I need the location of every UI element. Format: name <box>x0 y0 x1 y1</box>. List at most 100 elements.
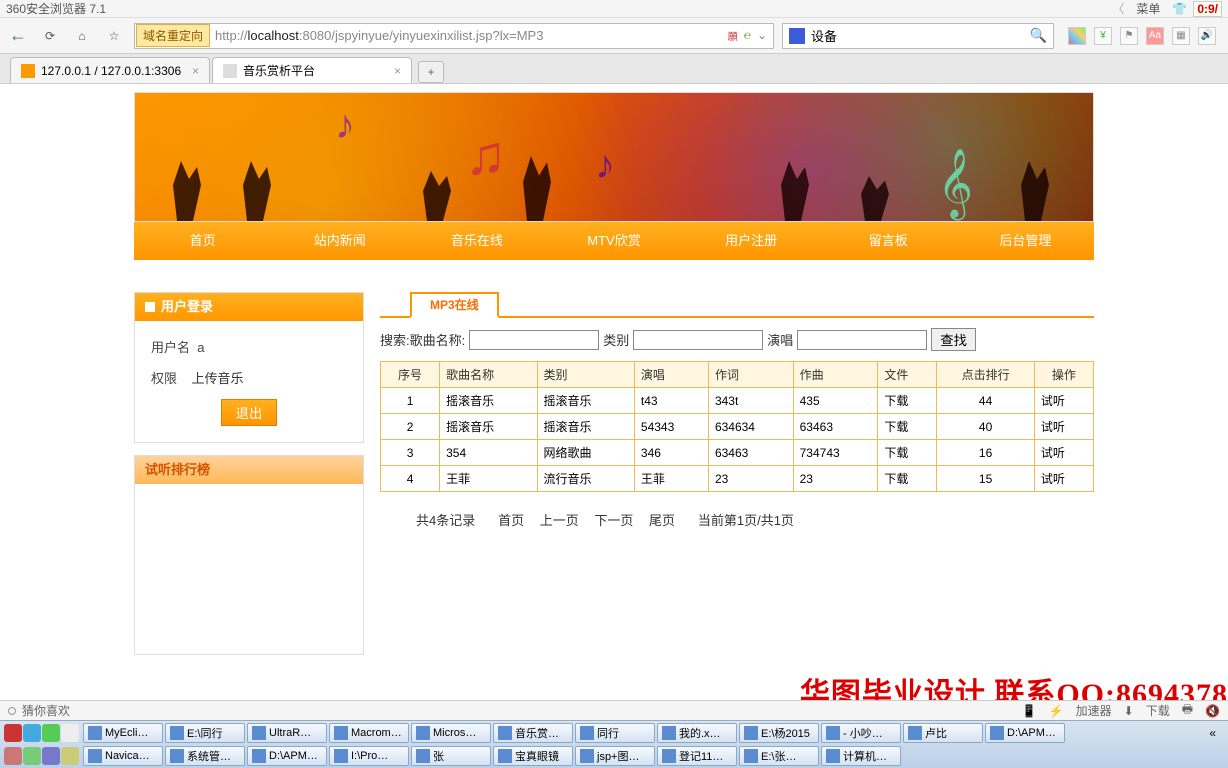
nav-音乐在线[interactable]: 音乐在线 <box>408 222 545 260</box>
menu-button[interactable]: 菜单 <box>1130 0 1166 17</box>
taskbar-item[interactable]: jsp+图… <box>575 746 655 766</box>
download-link[interactable]: 下载 <box>878 466 937 492</box>
app-icon <box>334 726 348 740</box>
filter-row: 搜索:歌曲名称: 类别 演唱 查找 <box>380 328 1094 351</box>
listen-link[interactable]: 试听 <box>1034 466 1093 492</box>
taskbar-item[interactable]: MyEcli… <box>83 723 163 743</box>
taskbar-item[interactable]: 卢比 <box>903 723 983 743</box>
table-cell: 63463 <box>708 440 793 466</box>
taskbar-item[interactable]: - 小吵… <box>821 723 901 743</box>
ext-shield-icon[interactable]: ¥ <box>1094 27 1112 45</box>
logout-button[interactable]: 退出 <box>221 399 278 426</box>
listen-link[interactable]: 试听 <box>1034 414 1093 440</box>
nav-留言板[interactable]: 留言板 <box>820 222 957 260</box>
pager-prev[interactable]: 上一页 <box>540 513 579 528</box>
taskbar-item[interactable]: Navica… <box>83 746 163 766</box>
taskbar-item[interactable]: 计算机… <box>821 746 901 766</box>
pager-first[interactable]: 首页 <box>498 513 524 528</box>
table-cell: 王菲 <box>634 466 708 492</box>
leaf-icon[interactable]: ℮ <box>744 28 751 43</box>
nav-用户注册[interactable]: 用户注册 <box>683 222 820 260</box>
app-icon <box>334 749 348 763</box>
taskbar-item[interactable]: 同行 <box>575 723 655 743</box>
taskbar-item[interactable]: I:\Pro… <box>329 746 409 766</box>
quick-icon[interactable] <box>4 747 22 765</box>
pager-last[interactable]: 尾页 <box>649 513 675 528</box>
quick-360-icon[interactable] <box>42 724 60 742</box>
taskbar-item[interactable]: 登记11… <box>657 746 737 766</box>
taskbar-item[interactable]: D:\APM… <box>985 723 1065 743</box>
tray-expand-icon[interactable]: « <box>1209 726 1216 740</box>
nav-后台管理[interactable]: 后台管理 <box>957 222 1094 260</box>
taskbar-item[interactable]: 音乐赏… <box>493 723 573 743</box>
table-header: 文件 <box>878 362 937 388</box>
ext-speaker-icon[interactable]: 🔊 <box>1198 27 1216 45</box>
song-name-input[interactable] <box>469 330 599 350</box>
download-link[interactable]: 下载 <box>878 414 937 440</box>
quick-icon[interactable] <box>42 747 60 765</box>
app-icon <box>580 749 594 763</box>
nav-站内新闻[interactable]: 站内新闻 <box>271 222 408 260</box>
quick-qq-icon[interactable] <box>61 724 79 742</box>
table-cell: 15 <box>937 466 1034 492</box>
phone-icon[interactable]: 📱 <box>1022 704 1037 718</box>
download-icon[interactable]: ⬇ <box>1124 704 1134 718</box>
ext-apps-icon[interactable] <box>1068 27 1086 45</box>
content-tab-mp3[interactable]: MP3在线 <box>410 292 499 318</box>
quick-icon[interactable] <box>61 747 79 765</box>
download-link[interactable]: 下载 <box>878 388 937 414</box>
new-tab-button[interactable]: + <box>418 61 444 83</box>
quick-icon[interactable] <box>23 747 41 765</box>
pager-next[interactable]: 下一页 <box>594 513 633 528</box>
star-button[interactable]: ☆ <box>102 24 126 48</box>
reload-button[interactable]: ⟳ <box>38 24 62 48</box>
taskbar-item[interactable]: 系统管… <box>165 746 245 766</box>
listen-link[interactable]: 试听 <box>1034 388 1093 414</box>
listen-link[interactable]: 试听 <box>1034 440 1093 466</box>
bolt-icon[interactable]: ⚡ <box>1049 704 1064 718</box>
upload-music-link[interactable]: 上传音乐 <box>191 371 243 386</box>
ext-flag-icon[interactable]: ⚑ <box>1120 27 1138 45</box>
taskbar-item[interactable]: E:\同行 <box>165 723 245 743</box>
mute-icon[interactable]: 🔇 <box>1205 704 1220 718</box>
table-cell: t43 <box>634 388 708 414</box>
quick-ie-icon[interactable] <box>23 724 41 742</box>
taskbar-item[interactable]: Micros… <box>411 723 491 743</box>
singer-input[interactable] <box>797 330 927 350</box>
taskbar-item[interactable]: E:\杨2015 <box>739 723 819 743</box>
taskbar-item[interactable]: Macrom… <box>329 723 409 743</box>
category-input[interactable] <box>633 330 763 350</box>
table-cell: 63463 <box>793 414 878 440</box>
home-button[interactable]: ⌂ <box>70 24 94 48</box>
nav-MTV欣赏[interactable]: MTV欣赏 <box>545 222 682 260</box>
browser-search-input[interactable] <box>811 28 1030 43</box>
close-icon[interactable]: × <box>192 64 199 78</box>
ext-box-icon[interactable]: ▦ <box>1172 27 1190 45</box>
tab-phpmyadmin[interactable]: 127.0.0.1 / 127.0.0.1:3306 × <box>10 57 210 83</box>
taskbar-item[interactable]: E:\张… <box>739 746 819 766</box>
table-row: 1摇滚音乐摇滚音乐t43343t435下载44试听 <box>381 388 1094 414</box>
coat-icon[interactable]: 👕 <box>1172 2 1187 16</box>
nav-首页[interactable]: 首页 <box>134 222 271 260</box>
search-button[interactable]: 查找 <box>931 328 976 351</box>
taskbar-item[interactable]: 宝真眼镜 <box>493 746 573 766</box>
browser-title: 360安全浏览器 7.1 <box>6 0 1112 17</box>
taskbar-item[interactable]: UltraR… <box>247 723 327 743</box>
badge-icon[interactable]: 願 <box>728 28 738 43</box>
taskbar-item[interactable]: D:\APM… <box>247 746 327 766</box>
ext-aa-icon[interactable]: Aa <box>1146 27 1164 45</box>
quick-opera-icon[interactable] <box>4 724 22 742</box>
taskbar-item[interactable]: 张 <box>411 746 491 766</box>
close-icon[interactable]: × <box>394 64 401 78</box>
dropdown-icon[interactable]: ⌄ <box>757 28 767 43</box>
address-bar[interactable]: 域名重定向 http://localhost:8080/jspyinyue/yi… <box>134 23 774 49</box>
search-box[interactable]: 🔍 <box>782 23 1054 49</box>
download-link[interactable]: 下载 <box>878 440 937 466</box>
back-button[interactable]: ← <box>6 24 30 48</box>
table-cell: 摇滚音乐 <box>537 414 634 440</box>
taskbar-item[interactable]: 我的.x… <box>657 723 737 743</box>
search-icon[interactable]: 🔍 <box>1030 27 1047 44</box>
print-icon[interactable]: 🖶 <box>1182 700 1193 721</box>
status-dot-icon <box>8 707 16 715</box>
tab-music[interactable]: 音乐赏析平台 × <box>212 57 412 83</box>
